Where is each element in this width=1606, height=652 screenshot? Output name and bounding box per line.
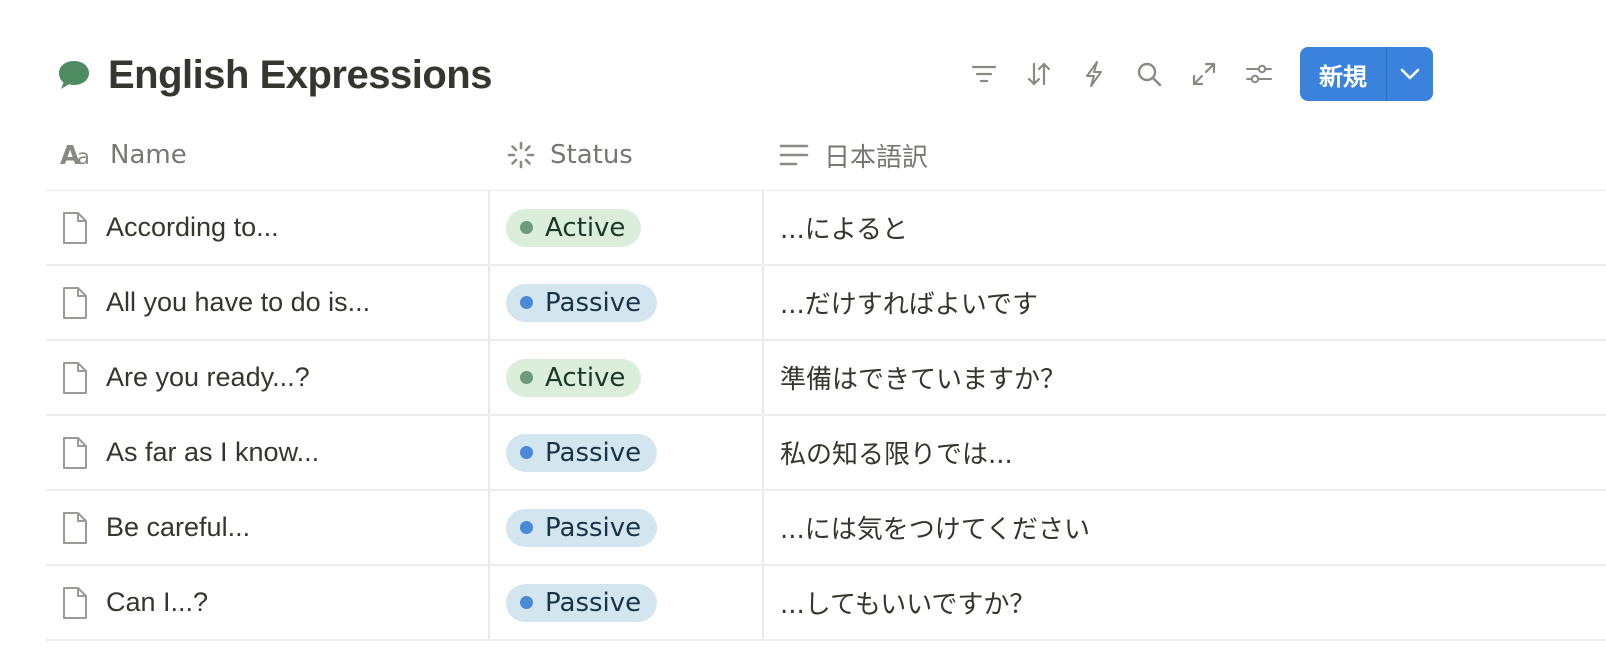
column-header-status-label: Status xyxy=(550,140,633,170)
name-cell[interactable]: As far as I know... xyxy=(46,416,488,489)
database-page: English Expressions 新規 A a Name Status 日… xyxy=(0,0,1606,652)
column-header-japanese-label: 日本語訳 xyxy=(824,142,929,173)
database-header: English Expressions xyxy=(56,44,492,106)
row-name[interactable]: Are you ready...? xyxy=(106,362,310,393)
automation-icon[interactable] xyxy=(1072,52,1116,96)
status-dot xyxy=(520,296,533,309)
table-row[interactable]: Be careful... Passive ...には気をつけてください xyxy=(46,491,1606,566)
status-badge[interactable]: Passive xyxy=(506,433,658,472)
status-dot xyxy=(520,446,533,459)
status-cell[interactable]: Passive xyxy=(488,266,762,339)
page-icon xyxy=(60,360,90,396)
status-dot xyxy=(520,221,533,234)
status-cell[interactable]: Passive xyxy=(488,416,762,489)
name-cell[interactable]: All you have to do is... xyxy=(46,266,488,339)
japanese-cell[interactable]: ...してもいいですか？ xyxy=(762,566,1606,639)
name-cell[interactable]: Can I...? xyxy=(46,566,488,639)
status-label: Passive xyxy=(545,587,642,618)
table-row[interactable]: According to... Active ...によると xyxy=(46,191,1606,266)
search-icon[interactable] xyxy=(1127,52,1171,96)
page-icon xyxy=(60,210,90,246)
filter-icon[interactable] xyxy=(962,52,1006,96)
status-dot xyxy=(520,596,533,609)
japanese-cell[interactable]: ...には気をつけてください xyxy=(762,491,1606,564)
status-cell[interactable]: Passive xyxy=(488,566,762,639)
speech-bubble-icon[interactable] xyxy=(56,57,92,93)
table-row[interactable]: As far as I know... Passive 私の知る限りでは... xyxy=(46,416,1606,491)
japanese-cell[interactable]: 私の知る限りでは... xyxy=(762,416,1606,489)
database-table: A a Name Status 日本語訳 According to... Act… xyxy=(46,120,1606,641)
status-property-icon xyxy=(506,140,536,170)
table-row[interactable]: Are you ready...? Active 準備はできていますか？ xyxy=(46,341,1606,416)
row-name[interactable]: Be careful... xyxy=(106,512,250,543)
long-text-property-icon xyxy=(778,142,810,168)
page-icon xyxy=(60,510,90,546)
status-badge[interactable]: Passive xyxy=(506,283,658,322)
column-header-name[interactable]: A a Name xyxy=(46,120,488,190)
status-label: Passive xyxy=(545,512,642,543)
database-title[interactable]: English Expressions xyxy=(108,53,492,98)
status-label: Passive xyxy=(545,287,642,318)
status-badge[interactable]: Passive xyxy=(506,508,658,547)
name-cell[interactable]: Are you ready...? xyxy=(46,341,488,414)
japanese-cell[interactable]: 準備はできていますか？ xyxy=(762,341,1606,414)
name-cell[interactable]: Be careful... xyxy=(46,491,488,564)
text-property-icon: A a xyxy=(60,142,96,168)
japanese-translation: 私の知る限りでは... xyxy=(780,440,1013,470)
status-cell[interactable]: Passive xyxy=(488,491,762,564)
japanese-translation: 準備はできていますか？ xyxy=(780,365,1067,395)
database-toolbar: 新規 xyxy=(962,47,1433,101)
column-header-status[interactable]: Status xyxy=(488,120,762,190)
column-header-japanese[interactable]: 日本語訳 xyxy=(762,120,1606,190)
name-cell[interactable]: According to... xyxy=(46,191,488,264)
japanese-translation: ...によると xyxy=(780,215,909,245)
table-header: A a Name Status 日本語訳 xyxy=(46,120,1606,191)
chevron-down-icon xyxy=(1400,68,1420,80)
row-name[interactable]: As far as I know... xyxy=(106,437,319,468)
page-icon xyxy=(60,435,90,471)
table-row[interactable]: All you have to do is... Passive ...だけすればよ… xyxy=(46,266,1606,341)
status-dot xyxy=(520,521,533,534)
table-body: According to... Active ...によると All you have… xyxy=(46,191,1606,641)
row-name[interactable]: All you have to do is... xyxy=(106,287,370,318)
japanese-translation: ...だけすればよいです xyxy=(780,290,1039,320)
status-label: Passive xyxy=(545,437,642,468)
expand-icon[interactable] xyxy=(1182,52,1226,96)
japanese-cell[interactable]: ...によると xyxy=(762,191,1606,264)
page-icon xyxy=(60,585,90,621)
status-cell[interactable]: Active xyxy=(488,191,762,264)
new-button[interactable]: 新規 xyxy=(1300,47,1387,101)
new-button-group: 新規 xyxy=(1300,47,1433,101)
status-badge[interactable]: Active xyxy=(506,208,642,247)
svg-text:a: a xyxy=(77,145,90,168)
sort-icon[interactable] xyxy=(1017,52,1061,96)
row-name[interactable]: According to... xyxy=(106,212,279,243)
settings-icon[interactable] xyxy=(1237,52,1281,96)
status-dot xyxy=(520,371,533,384)
page-icon xyxy=(60,285,90,321)
status-badge[interactable]: Passive xyxy=(506,583,658,622)
japanese-cell[interactable]: ...だけすればよいです xyxy=(762,266,1606,339)
status-cell[interactable]: Active xyxy=(488,341,762,414)
row-name[interactable]: Can I...? xyxy=(106,587,208,618)
japanese-translation: ...には気をつけてください xyxy=(780,515,1091,545)
status-label: Active xyxy=(545,362,626,393)
japanese-translation: ...してもいいですか？ xyxy=(780,590,1036,620)
table-row[interactable]: Can I...? Passive ...してもいいですか？ xyxy=(46,566,1606,641)
status-label: Active xyxy=(545,212,626,243)
new-dropdown-button[interactable] xyxy=(1387,47,1433,101)
column-header-name-label: Name xyxy=(110,140,187,170)
status-badge[interactable]: Active xyxy=(506,358,642,397)
